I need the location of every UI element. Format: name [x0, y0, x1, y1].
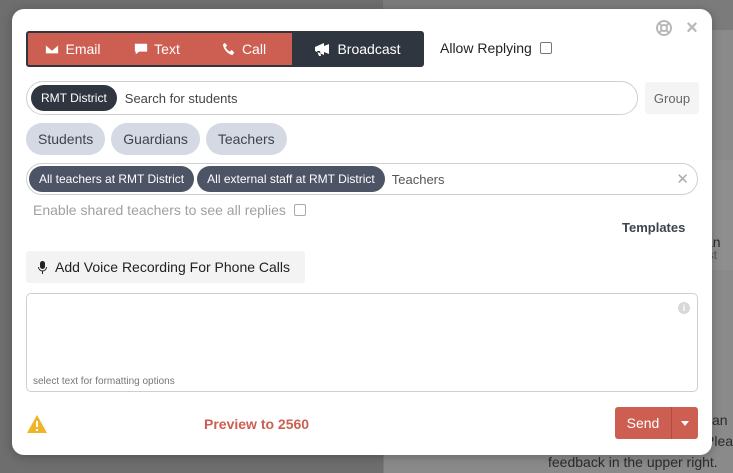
templates-link[interactable]: Templates — [622, 220, 685, 235]
preview-link[interactable]: Preview to 2560 — [204, 416, 309, 432]
warning-icon[interactable] — [26, 414, 48, 434]
help-icon[interactable] — [656, 20, 672, 36]
allow-replying-toggle[interactable]: Allow Replying — [440, 40, 552, 56]
broadcast-icon — [315, 43, 330, 56]
recipient-search-field[interactable]: RMT District Search for students — [26, 81, 638, 115]
send-button[interactable]: Send — [615, 407, 671, 439]
modal-top-icons: × — [656, 18, 700, 38]
search-input[interactable]: Search for students — [125, 91, 238, 106]
district-chip[interactable]: RMT District — [31, 85, 117, 111]
shared-teachers-label: Enable shared teachers to see all replie… — [33, 202, 286, 218]
message-modal: × Email Text Call Broadcast Allow Replyi… — [12, 9, 712, 455]
tab-broadcast-label: Broadcast — [337, 41, 401, 57]
envelope-icon — [45, 44, 60, 54]
shared-teachers-toggle[interactable]: Enable shared teachers to see all replie… — [33, 202, 306, 218]
add-voice-recording-button[interactable]: Add Voice Recording For Phone Calls — [26, 251, 305, 283]
tab-call-label: Call — [241, 41, 267, 57]
clear-icon[interactable]: ✕ — [676, 170, 689, 188]
tab-email[interactable]: Email — [28, 33, 118, 65]
message-editor[interactable]: i select text for formatting options — [26, 293, 698, 392]
tab-broadcast[interactable]: Broadcast — [292, 33, 422, 65]
group-button[interactable]: Group — [645, 82, 699, 114]
staff-chip[interactable]: All teachers at RMT District — [29, 166, 195, 192]
close-icon[interactable]: × — [684, 18, 700, 38]
send-button-group: Send — [615, 407, 698, 439]
role-tabs: Students Guardians Teachers — [26, 123, 287, 155]
shared-teachers-checkbox[interactable] — [293, 204, 306, 216]
allow-replying-checkbox[interactable] — [539, 42, 552, 54]
role-tab-teachers[interactable]: Teachers — [205, 123, 287, 155]
background-text: feedback in the upper right. — [548, 454, 718, 470]
role-tab-students[interactable]: Students — [26, 123, 106, 155]
tab-call[interactable]: Call — [196, 33, 292, 65]
tab-text[interactable]: Text — [118, 33, 196, 65]
editor-hint: select text for formatting options — [33, 376, 175, 387]
tab-text-label: Text — [154, 41, 180, 57]
chevron-down-icon — [681, 420, 689, 426]
staff-chip[interactable]: All external staff at RMT District — [197, 166, 385, 192]
microphone-icon — [38, 260, 47, 274]
role-tab-guardians[interactable]: Guardians — [111, 123, 200, 155]
message-mode-tabs: Email Text Call Broadcast — [26, 31, 424, 67]
info-icon[interactable]: i — [678, 302, 690, 314]
staff-search-input[interactable]: Teachers — [392, 172, 445, 187]
phone-icon — [222, 42, 235, 56]
allow-replying-label: Allow Replying — [440, 40, 532, 56]
voice-recording-label: Add Voice Recording For Phone Calls — [55, 259, 291, 275]
send-options-button[interactable] — [671, 407, 698, 439]
speech-bubble-icon — [135, 43, 148, 55]
tab-email-label: Email — [65, 41, 101, 57]
staff-recipient-field[interactable]: All teachers at RMT District All externa… — [26, 163, 698, 195]
